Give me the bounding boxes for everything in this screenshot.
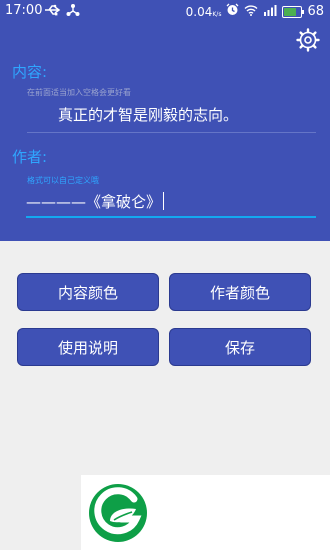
share-icon — [66, 3, 80, 21]
author-section-label: 作者: — [12, 148, 48, 166]
settings-gear-icon[interactable] — [296, 28, 320, 52]
battery-level: 68 — [307, 4, 324, 19]
data-rate-unit: K/s — [212, 10, 222, 18]
author-input-value: ————《拿破仑》 — [26, 193, 162, 211]
author-color-button[interactable]: 作者颜色 — [169, 273, 311, 311]
instructions-button[interactable]: 使用说明 — [17, 328, 159, 366]
alarm-icon — [226, 3, 239, 20]
editor-header-panel: 17:00 0.04K/s 68 内容: 在前面适当加入空格会更好看 真正的才智… — [0, 0, 330, 241]
brand-logo-icon — [88, 483, 148, 543]
status-right-group: 0.04K/s 68 — [186, 3, 324, 20]
battery-icon — [282, 5, 305, 18]
content-hint: 在前面适当加入空格会更好看 — [27, 88, 131, 97]
save-button[interactable]: 保存 — [169, 328, 311, 366]
wifi-icon — [244, 4, 258, 20]
text-caret — [163, 192, 164, 210]
content-color-button[interactable]: 内容颜色 — [17, 273, 159, 311]
content-divider — [27, 132, 316, 133]
content-section-label: 内容: — [12, 63, 48, 81]
ad-banner[interactable] — [81, 475, 330, 550]
author-hint: 格式可以自己定义哦 — [27, 176, 99, 185]
usb-icon — [44, 3, 62, 21]
status-bar: 17:00 0.04K/s 68 — [0, 0, 330, 22]
signal-icon — [263, 4, 277, 20]
status-time: 17:00 — [5, 3, 43, 18]
author-input[interactable]: ————《拿破仑》 — [26, 186, 316, 218]
content-input[interactable]: 真正的才智是刚毅的志向。 — [58, 104, 238, 125]
data-rate: 0.04 — [185, 4, 213, 19]
